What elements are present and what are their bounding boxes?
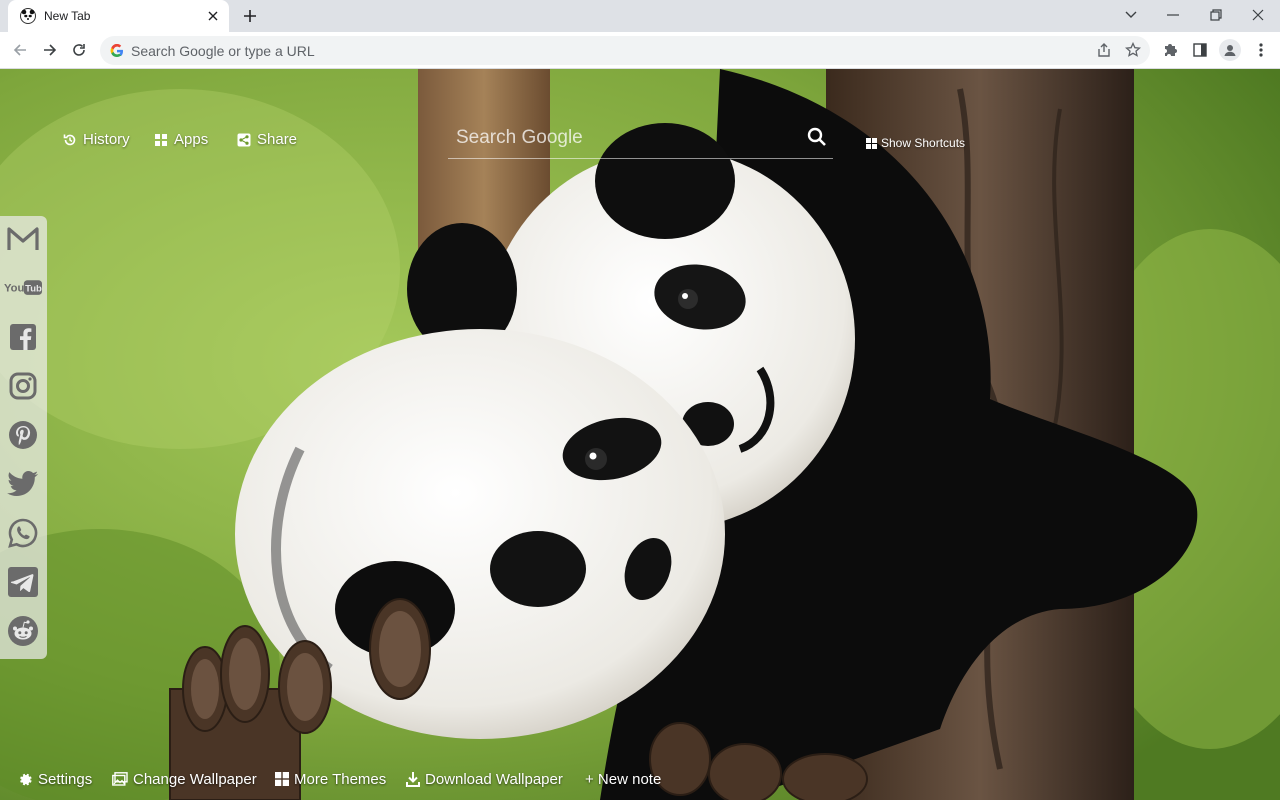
windows-grid-icon — [275, 772, 289, 786]
forward-button[interactable] — [37, 37, 63, 63]
grid-icon — [866, 137, 877, 149]
settings-label: Settings — [38, 770, 93, 788]
download-icon — [406, 771, 420, 787]
svg-text:You: You — [4, 282, 25, 294]
gear-icon — [20, 773, 32, 785]
pinterest-icon[interactable] — [4, 416, 42, 454]
tab-new-tab[interactable]: New Tab — [8, 0, 229, 32]
gmail-icon[interactable] — [4, 220, 42, 258]
tab-search-chevron-icon[interactable] — [1117, 2, 1145, 28]
side-panel-icon[interactable] — [1187, 37, 1213, 63]
history-link[interactable]: History — [63, 131, 130, 148]
apps-label: Apps — [174, 131, 209, 148]
new-tab-button[interactable] — [238, 4, 262, 28]
share-icon — [237, 133, 251, 146]
change-wallpaper-button[interactable]: Change Wallpaper — [112, 768, 257, 790]
change-wallpaper-label: Change Wallpaper — [133, 770, 257, 788]
more-themes-label: More Themes — [294, 770, 387, 788]
close-window-icon[interactable] — [1244, 2, 1272, 28]
reload-button[interactable] — [66, 37, 92, 63]
telegram-icon[interactable] — [4, 563, 42, 601]
new-note-label: + New note — [585, 770, 662, 788]
tab-strip: New Tab — [0, 0, 1280, 32]
panda-favicon-icon — [20, 8, 36, 24]
new-note-button[interactable]: + New note — [585, 768, 661, 790]
wallpaper-icon — [112, 772, 128, 786]
omnibox[interactable] — [100, 36, 1150, 65]
share-label: Share — [257, 131, 298, 148]
show-shortcuts-label: Show Shortcuts — [881, 136, 966, 150]
reddit-icon[interactable] — [4, 612, 42, 650]
twitter-icon[interactable] — [4, 465, 42, 503]
extensions-puzzle-icon[interactable] — [1157, 37, 1183, 63]
search-icon[interactable] — [807, 127, 827, 152]
download-wallpaper-button[interactable]: Download Wallpaper — [406, 768, 563, 790]
apps-grid-icon — [155, 133, 167, 146]
profile-avatar[interactable] — [1217, 37, 1243, 63]
whatsapp-icon[interactable] — [4, 514, 42, 552]
google-g-icon — [110, 43, 124, 58]
tab-close-icon[interactable] — [205, 8, 221, 24]
download-wallpaper-label: Download Wallpaper — [425, 770, 563, 788]
profile-person-icon — [1219, 39, 1241, 61]
apps-link[interactable]: Apps — [154, 131, 208, 148]
show-shortcuts-button[interactable]: Show Shortcuts — [866, 136, 965, 150]
minimize-icon[interactable] — [1159, 2, 1187, 28]
new-tab-page: History Apps Share Show Shortcuts YouTub… — [0, 69, 1280, 800]
bottom-bar: Settings Change Wallpaper More Themes Do… — [0, 768, 1280, 790]
social-sidebar: YouTube — [0, 216, 47, 659]
wallpaper-panda-image — [0, 69, 1280, 800]
restore-icon[interactable] — [1202, 2, 1230, 28]
share-link[interactable]: Share — [237, 131, 297, 148]
instagram-icon[interactable] — [4, 367, 42, 405]
omnibox-input[interactable] — [131, 42, 1031, 59]
settings-button[interactable]: Settings — [18, 768, 92, 790]
google-search-box[interactable] — [448, 117, 833, 159]
share-page-icon[interactable] — [1091, 37, 1117, 63]
facebook-icon[interactable] — [4, 318, 42, 356]
bookmark-star-icon[interactable] — [1120, 37, 1146, 63]
google-search-input[interactable] — [448, 126, 788, 149]
browser-toolbar — [0, 32, 1280, 69]
menu-kebab-icon[interactable] — [1248, 37, 1274, 63]
back-button[interactable] — [7, 37, 33, 63]
tab-title: New Tab — [44, 9, 91, 23]
history-icon — [63, 134, 76, 145]
youtube-icon[interactable]: YouTube — [4, 269, 42, 307]
history-label: History — [83, 131, 130, 148]
svg-text:Tube: Tube — [25, 283, 42, 294]
more-themes-button[interactable]: More Themes — [275, 768, 386, 790]
